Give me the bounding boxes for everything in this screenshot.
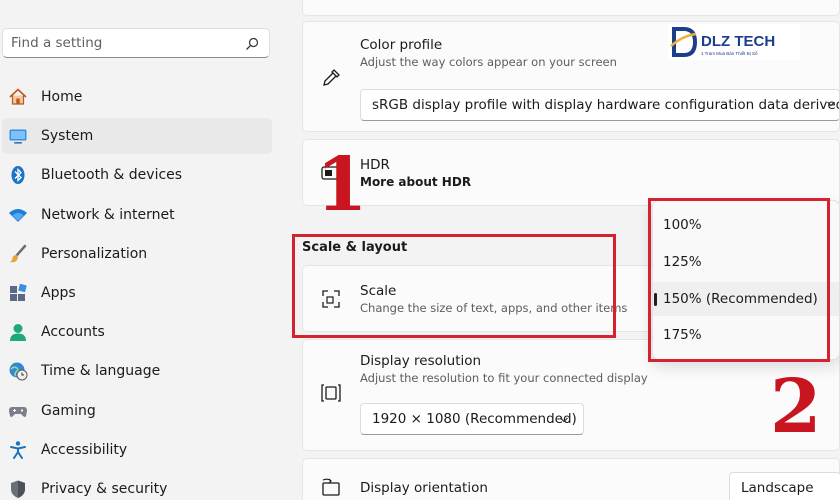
annotation-number-1: 1 <box>316 142 368 228</box>
sidebar-item-label: Accounts <box>41 324 105 341</box>
color-profile-select[interactable]: sRGB display profile with display hardwa… <box>360 89 840 121</box>
sidebar-item-apps[interactable]: Apps <box>2 275 272 311</box>
display-orientation-title: Display orientation <box>360 480 488 496</box>
chevron-down-icon <box>560 417 568 423</box>
brush-icon <box>8 244 28 264</box>
globe-clock-icon <box>8 361 28 381</box>
wifi-icon <box>8 205 28 225</box>
more-about-hdr-link[interactable]: More about HDR <box>360 175 471 189</box>
gamepad-icon <box>8 401 28 421</box>
orientation-icon <box>320 477 342 499</box>
annotation-number-2: 2 <box>770 364 822 450</box>
sidebar-item-label: Home <box>41 89 83 105</box>
annotation-box-1 <box>292 234 616 338</box>
display-orientation-selected-value: Landscape <box>741 480 814 496</box>
chevron-down-icon <box>827 101 835 107</box>
eyedropper-icon <box>320 67 342 89</box>
display-orientation-select[interactable]: Landscape <box>729 472 840 500</box>
sidebar-item-label: Apps <box>41 284 76 301</box>
dlz-tech-logo: DLZ TECH 1 Tram Mua Bán Thiết Bị Số <box>668 24 800 60</box>
hdr-card[interactable]: HDR More about HDR <box>302 139 840 206</box>
color-profile-selected-value: sRGB display profile with display hardwa… <box>372 97 840 113</box>
sidebar-item-system[interactable]: System <box>2 118 272 155</box>
sidebar-item-accessibility[interactable]: Accessibility <box>2 432 272 468</box>
sidebar-item-label: Privacy & security <box>41 480 168 497</box>
sidebar-item-label: Personalization <box>41 245 148 262</box>
sidebar-item-time-language[interactable]: Time & language <box>2 353 272 389</box>
sidebar-item-privacy[interactable]: Privacy & security <box>2 471 272 500</box>
sidebar-item-accounts[interactable]: Accounts <box>2 314 272 350</box>
sidebar-item-label: System <box>41 128 94 145</box>
display-resolution-title: Display resolution <box>360 353 482 369</box>
search-box[interactable]: Find a setting <box>2 28 270 58</box>
sidebar-item-label: Network & internet <box>41 206 175 223</box>
shield-icon <box>8 479 28 499</box>
search-input[interactable]: Find a setting <box>11 35 245 51</box>
display-resolution-selected-value: 1920 × 1080 (Recommended) <box>372 411 577 427</box>
sidebar-item-home[interactable]: Home <box>2 79 272 115</box>
sidebar-item-gaming[interactable]: Gaming <box>2 393 272 429</box>
color-profile-subtitle: Adjust the way colors appear on your scr… <box>360 55 617 69</box>
apps-icon <box>8 283 28 303</box>
sidebar-item-label: Time & language <box>41 363 161 380</box>
previous-setting-card <box>302 0 840 16</box>
color-profile-title: Color profile <box>360 37 443 53</box>
home-icon <box>8 87 28 107</box>
resolution-icon <box>320 382 342 404</box>
accessibility-icon <box>8 440 28 460</box>
sidebar-item-personalization[interactable]: Personalization <box>2 236 272 272</box>
sidebar-item-network[interactable]: Network & internet <box>2 197 272 233</box>
search-icon[interactable] <box>245 36 259 50</box>
annotation-box-2 <box>648 198 830 362</box>
svg-text:1 Tram Mua Bán Thiết Bị Số: 1 Tram Mua Bán Thiết Bị Số <box>701 51 758 56</box>
accounts-icon <box>8 322 28 342</box>
bluetooth-icon <box>8 165 28 185</box>
sidebar-nav: Home System Bluetooth & devices Network … <box>2 79 272 500</box>
sidebar: Find a setting Home System Bluetooth & d… <box>0 0 290 500</box>
display-orientation-card: Display orientation Landscape <box>302 458 840 500</box>
sidebar-item-label: Accessibility <box>41 441 128 458</box>
sidebar-item-label: Bluetooth & devices <box>41 167 183 184</box>
sidebar-item-label: Gaming <box>41 402 96 419</box>
display-resolution-select[interactable]: 1920 × 1080 (Recommended) <box>360 403 584 435</box>
sidebar-item-bluetooth[interactable]: Bluetooth & devices <box>2 157 272 193</box>
svg-text:DLZ TECH: DLZ TECH <box>701 33 775 50</box>
display-resolution-subtitle: Adjust the resolution to fit your connec… <box>360 371 648 385</box>
system-icon <box>8 126 28 146</box>
